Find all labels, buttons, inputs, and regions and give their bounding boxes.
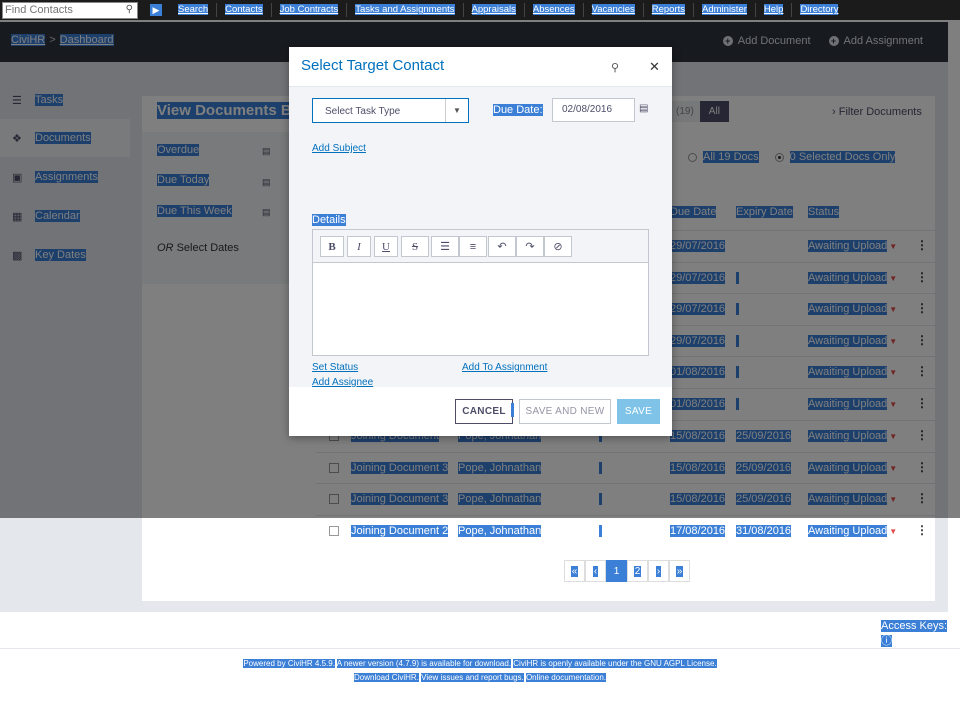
modal-title[interactable]: Select Target Contact [301, 57, 444, 74]
cancel-button[interactable]: CANCEL [455, 399, 513, 424]
find-contacts-input[interactable] [3, 2, 121, 18]
menu-item-job-contracts[interactable]: Job Contracts [272, 3, 348, 17]
add-subject-link[interactable]: Add Subject [312, 143, 366, 154]
numbered-list-icon[interactable]: ≡ [459, 236, 487, 257]
menu-item-vacancies[interactable]: Vacancies [584, 3, 644, 17]
menu-items: Search Contacts Job Contracts Tasks and … [170, 0, 846, 20]
top-menubar: ⚲ ▶ Search Contacts Job Contracts Tasks … [0, 0, 960, 20]
row-checkbox[interactable] [329, 526, 339, 536]
pager-last[interactable]: » [669, 560, 690, 582]
footer-docs-link[interactable]: Online documentation. [525, 673, 607, 682]
menu-item-reports[interactable]: Reports [644, 3, 695, 17]
menu-item-appraisals[interactable]: Appraisals [464, 3, 525, 17]
pagination: « ‹ 1 2 › » [564, 560, 690, 582]
undo-icon[interactable]: ↶ [488, 236, 516, 257]
menu-item-search[interactable]: Search [170, 3, 218, 17]
footer-powered-by: Powered by CiviHR 4.5.9. [243, 659, 335, 668]
chevron-down-icon: ▼ [445, 99, 468, 122]
footer-download-link[interactable]: Download CiviHR. [353, 673, 419, 682]
redo-icon[interactable]: ↷ [516, 236, 544, 257]
task-type-placeholder: Select Task Type [325, 106, 401, 117]
pager-first[interactable]: « [564, 560, 585, 582]
selection-marker [511, 403, 514, 417]
row-actions-icon[interactable]: ⋮ [916, 523, 928, 537]
modal-header: Select Target Contact ⚲ ✕ [289, 47, 672, 87]
pager-page-1[interactable]: 1 [606, 560, 627, 582]
add-to-assignment-link[interactable]: Add To Assignment [462, 362, 547, 373]
modal-footer: CANCEL SAVE AND NEW SAVE [289, 387, 672, 436]
menu-item-absences[interactable]: Absences [525, 3, 584, 17]
strikethrough-button[interactable]: S [401, 236, 429, 257]
footer-divider [0, 648, 960, 649]
save-button[interactable]: SAVE [617, 399, 660, 424]
save-and-new-button[interactable]: SAVE AND NEW [519, 399, 611, 424]
access-keys-icon: ⓘ [881, 635, 892, 647]
search-icon[interactable]: ⚲ [126, 4, 133, 15]
table-row[interactable]: Joining Document 2 Pope, Johnathan 17/08/… [316, 515, 935, 546]
due-date-field[interactable]: 02/08/2016 [552, 98, 635, 122]
set-status-link[interactable]: Set Status [312, 362, 358, 373]
footer-issues-link[interactable]: View issues and report bugs. [421, 673, 524, 682]
pager-page-2[interactable]: 2 [627, 560, 648, 582]
civicrm-logo-icon[interactable]: ▶ [150, 4, 162, 16]
doc-expiry-date: 31/08/2016 [736, 525, 792, 537]
underline-button[interactable]: U [374, 236, 398, 257]
pager-prev[interactable]: ‹ [585, 560, 606, 582]
access-keys-link[interactable]: Access Keys: ⓘ [881, 620, 960, 648]
footer: Powered by CiviHR 4.5.9. A newer version… [0, 657, 960, 685]
italic-button[interactable]: I [347, 236, 371, 257]
footer-license-link[interactable]: CiviHR is openly available under the GNU… [513, 659, 717, 668]
editor-toolbar: B I U S ☰ ≡ ↶ ↷ ⊘ [313, 230, 648, 263]
due-date-label: Due Date: [493, 104, 543, 116]
menu-item-directory[interactable]: Directory [792, 3, 846, 17]
footer-newer-version-link[interactable]: A newer version (4.7.9) is available for… [336, 659, 512, 668]
details-editor[interactable]: B I U S ☰ ≡ ↶ ↷ ⊘ [312, 229, 649, 356]
search-icon[interactable]: ⚲ [611, 61, 619, 74]
task-type-select[interactable]: Select Task Type ▼ [312, 98, 469, 123]
find-contacts-box[interactable]: ⚲ [2, 1, 138, 19]
close-icon[interactable]: ✕ [649, 59, 660, 75]
doc-due-date: 17/08/2016 [670, 525, 726, 537]
calendar-icon[interactable]: ▤ [639, 103, 648, 114]
doc-contact: Pope, Johnathan [458, 525, 542, 537]
modal-body: Select Task Type ▼ Due Date: 02/08/2016 … [289, 87, 672, 388]
menu-item-contacts[interactable]: Contacts [217, 3, 272, 17]
menu-item-help[interactable]: Help [756, 3, 793, 17]
task-modal: Select Target Contact ⚲ ✕ Select Task Ty… [289, 47, 672, 436]
pager-next[interactable]: › [648, 560, 669, 582]
doc-status[interactable]: Awaiting Upload▼ [808, 525, 897, 537]
bulleted-list-icon[interactable]: ☰ [431, 236, 459, 257]
menu-item-administer[interactable]: Administer [694, 3, 756, 17]
details-label: Details [312, 214, 346, 226]
clear-format-icon[interactable]: ⊘ [544, 236, 572, 257]
menu-item-tasks-assignments[interactable]: Tasks and Assignments [347, 3, 464, 17]
bold-button[interactable]: B [320, 236, 344, 257]
doc-name: Joining Document 2 [351, 525, 449, 537]
